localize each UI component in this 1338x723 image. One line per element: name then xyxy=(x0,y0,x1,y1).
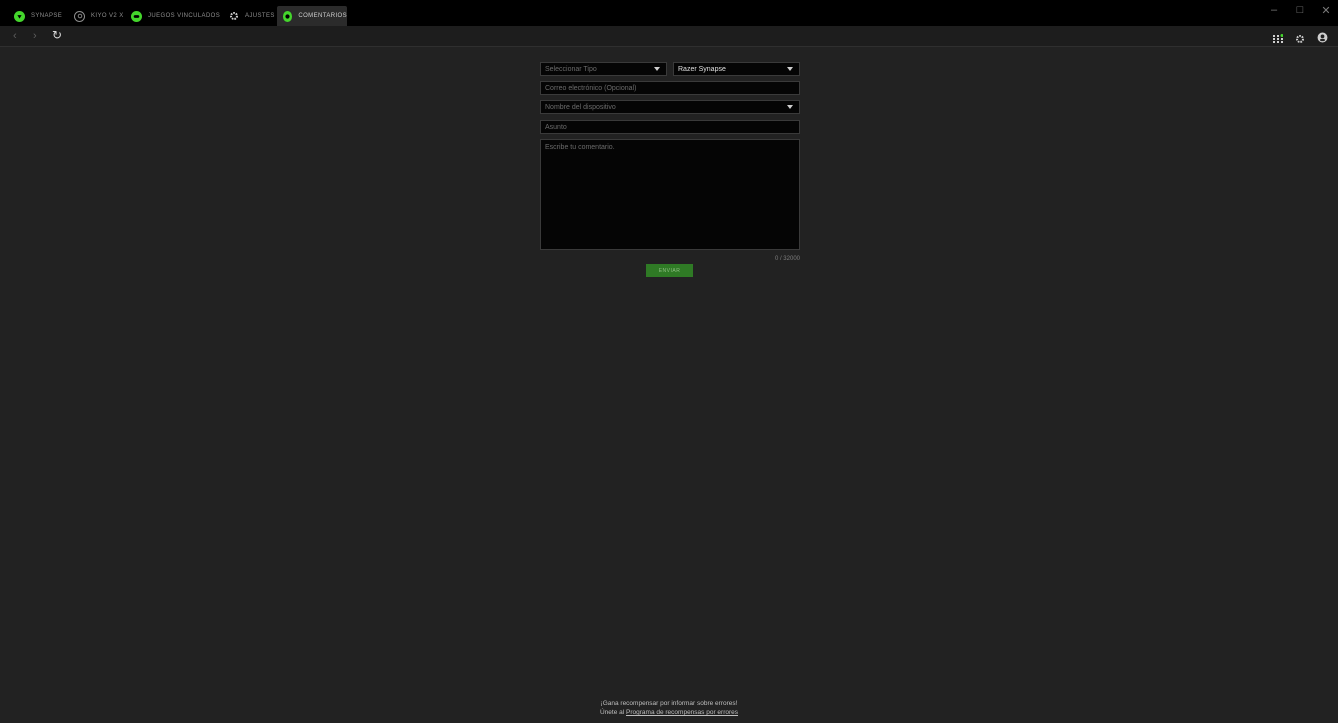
device-select[interactable]: Nombre del dispositivo xyxy=(540,100,800,114)
footer-line-1: ¡Gana recompensar por informar sobre err… xyxy=(600,700,738,707)
product-select-value: Razer Synapse xyxy=(678,65,726,73)
settings-gear-icon[interactable] xyxy=(1295,31,1305,43)
tab-label: Ajustes xyxy=(245,13,275,19)
minimize-button[interactable]: – xyxy=(1268,4,1280,17)
tab-synapse[interactable]: Synapse xyxy=(14,6,62,26)
gamepad-icon xyxy=(131,10,142,22)
comment-textarea[interactable]: Escribe tu comentario. xyxy=(540,139,800,250)
bug-bounty-footer: ¡Gana recompensar por informar sobre err… xyxy=(0,699,1338,717)
tab-label: Synapse xyxy=(31,13,63,19)
razer-icon xyxy=(14,10,25,22)
app-window: Synapse Kiyo V2 X Juegos vinculados Ajus… xyxy=(0,0,1338,723)
chevron-down-icon xyxy=(654,67,660,71)
refresh-button[interactable]: ↻ xyxy=(52,28,62,42)
tab-comentarios[interactable]: Comentarios xyxy=(277,6,347,26)
back-button[interactable]: ‹ xyxy=(13,29,17,43)
maximize-button[interactable]: □ xyxy=(1294,4,1306,17)
forward-button[interactable]: › xyxy=(33,29,37,43)
tab-juegos-vinculados[interactable]: Juegos vinculados xyxy=(131,6,220,26)
gear-icon xyxy=(228,11,239,22)
close-button[interactable]: ✕ xyxy=(1320,4,1332,17)
subject-placeholder: Asunto xyxy=(545,123,567,131)
tab-bar: Synapse Kiyo V2 X Juegos vinculados Ajus… xyxy=(0,0,1338,26)
type-select-label: Seleccionar Tipo xyxy=(545,65,597,73)
feedback-icon xyxy=(283,10,293,22)
email-field[interactable]: Correo electrónico (Opcional) xyxy=(540,81,800,95)
email-placeholder: Correo electrónico (Opcional) xyxy=(545,84,637,92)
comment-placeholder: Escribe tu comentario. xyxy=(545,144,615,151)
subject-field[interactable]: Asunto xyxy=(540,120,800,134)
tab-label: Juegos vinculados xyxy=(148,13,221,19)
chevron-down-icon xyxy=(787,105,793,109)
product-select[interactable]: Razer Synapse xyxy=(673,62,800,76)
footer-line-2: Únete al Programa de recompensas por err… xyxy=(0,708,1338,717)
nav-right-icons xyxy=(1273,30,1328,43)
chevron-down-icon xyxy=(787,67,793,71)
character-counter: 0 / 32000 xyxy=(774,256,800,262)
tab-label: Kiyo V2 X xyxy=(91,13,124,19)
device-placeholder: Nombre del dispositivo xyxy=(545,103,616,111)
webcam-icon xyxy=(74,10,85,22)
type-select[interactable]: Seleccionar Tipo xyxy=(540,62,667,76)
tab-label: Comentarios xyxy=(298,13,347,19)
bug-bounty-link[interactable]: Programa de recompensas por errores xyxy=(626,709,738,716)
tab-kiyo[interactable]: Kiyo V2 X xyxy=(74,6,124,26)
nav-bar: ‹ › ↻ xyxy=(0,26,1338,47)
tab-ajustes[interactable]: Ajustes xyxy=(228,6,275,26)
footer-prefix: Únete al xyxy=(599,709,627,716)
apps-grid-icon[interactable] xyxy=(1273,31,1284,43)
window-controls: – □ ✕ xyxy=(1268,4,1332,17)
user-profile-icon[interactable] xyxy=(1317,30,1328,43)
submit-button[interactable]: Enviar xyxy=(646,264,693,277)
